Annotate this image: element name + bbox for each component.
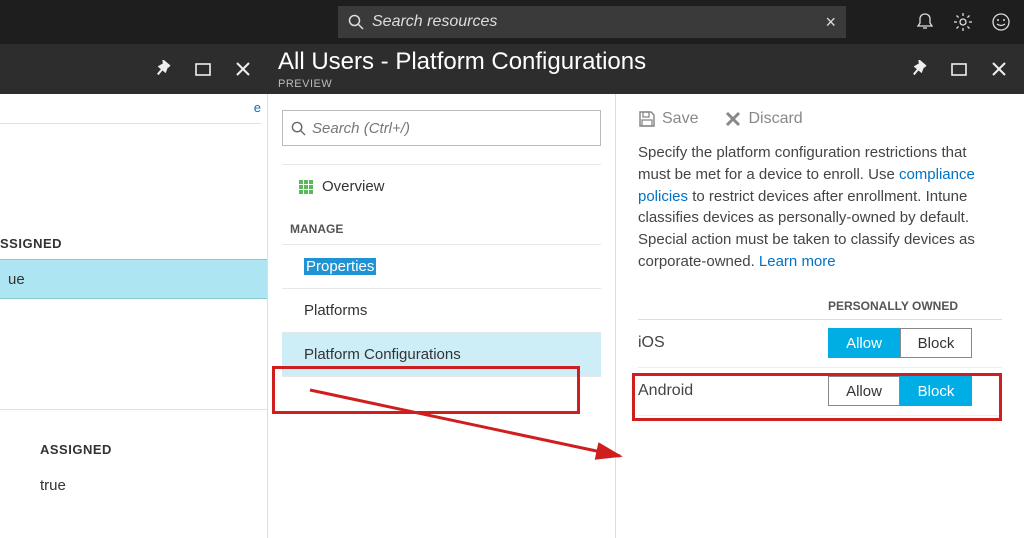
blade-subtitle: PREVIEW	[278, 78, 646, 90]
assigned-value: true	[0, 465, 267, 505]
discard-label: Discard	[748, 110, 802, 128]
save-icon	[638, 110, 656, 128]
nav-overview-label: Overview	[322, 178, 385, 195]
toggle-ios: Allow Block	[828, 328, 972, 358]
save-button[interactable]: Save	[638, 110, 698, 128]
assigned-label-cut: SSIGNED	[0, 214, 267, 259]
pin-icon[interactable]	[152, 58, 174, 80]
search-icon	[291, 121, 306, 136]
search-icon	[348, 14, 364, 30]
prev-blade-panel: e SSIGNED ue ASSIGNED true	[0, 94, 268, 538]
pin-icon[interactable]	[908, 58, 930, 80]
close-icon[interactable]	[988, 58, 1010, 80]
assigned-value-selected[interactable]: ue	[0, 259, 267, 299]
blade-title: All Users - Platform Configurations	[278, 48, 646, 76]
blade-content: Save Discard Specify the platform config…	[616, 94, 1024, 538]
nav-properties-label: Properties	[304, 258, 376, 275]
global-search-placeholder: Search resources	[372, 13, 825, 31]
blade-header: All Users - Platform Configurations PREV…	[0, 44, 1024, 94]
nav-properties[interactable]: Properties	[282, 245, 601, 289]
platform-table: PERSONALLY OWNED iOS Allow Block Android…	[638, 299, 1002, 416]
ios-block-button[interactable]: Block	[900, 328, 972, 358]
command-bar: Save Discard	[638, 110, 1002, 128]
annotation-box-android	[632, 373, 1002, 421]
learn-more-link[interactable]: Learn more	[759, 253, 836, 270]
nav-platforms[interactable]: Platforms	[282, 289, 601, 333]
col-personally-owned: PERSONALLY OWNED	[828, 299, 958, 313]
discard-button[interactable]: Discard	[724, 110, 802, 128]
blade-title-wrap: All Users - Platform Configurations PREV…	[268, 48, 908, 90]
notifications-icon[interactable]	[906, 0, 944, 44]
nav-section-manage: MANAGE	[282, 208, 601, 245]
nav-platforms-label: Platforms	[304, 302, 367, 319]
settings-gear-icon[interactable]	[944, 0, 982, 44]
global-topbar: Search resources ×	[0, 0, 1024, 44]
maximize-icon[interactable]	[948, 58, 970, 80]
platform-ios: iOS	[638, 334, 828, 352]
discard-icon	[724, 110, 742, 128]
topbar-spacer	[0, 0, 338, 44]
annotation-box-nav	[272, 366, 580, 414]
description-text: Specify the platform configuration restr…	[638, 142, 1002, 273]
assigned-label: ASSIGNED	[0, 420, 267, 465]
cutoff-link[interactable]: e	[0, 94, 261, 124]
prev-blade-controls	[0, 58, 268, 80]
blade-search[interactable]: Search (Ctrl+/)	[282, 110, 601, 146]
grid-icon	[290, 180, 322, 194]
nav-overview[interactable]: Overview	[282, 164, 601, 208]
blade-nav: Search (Ctrl+/) Overview MANAGE Properti…	[268, 94, 616, 538]
global-search[interactable]: Search resources ×	[338, 6, 846, 38]
ios-allow-button[interactable]: Allow	[828, 328, 900, 358]
close-icon[interactable]	[232, 58, 254, 80]
table-row-ios: iOS Allow Block	[638, 320, 1002, 368]
feedback-smiley-icon[interactable]	[982, 0, 1020, 44]
save-label: Save	[662, 110, 698, 128]
main-area: e SSIGNED ue ASSIGNED true Search (Ctrl+…	[0, 94, 1024, 538]
clear-icon[interactable]: ×	[825, 12, 836, 33]
blade-controls	[908, 58, 1024, 80]
maximize-icon[interactable]	[192, 58, 214, 80]
blade-search-placeholder: Search (Ctrl+/)	[312, 120, 410, 137]
nav-platform-configurations-label: Platform Configurations	[304, 346, 461, 363]
topbar-icons	[906, 0, 1024, 44]
